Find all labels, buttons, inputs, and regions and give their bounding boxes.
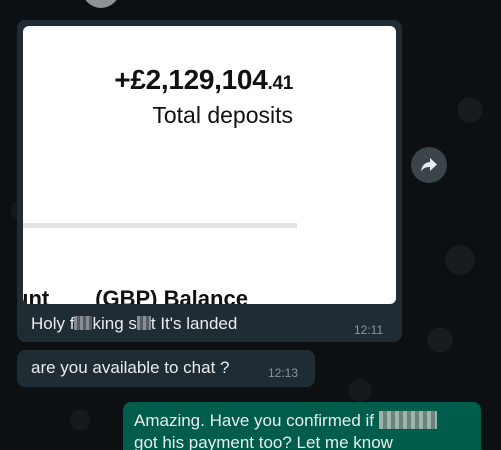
deposit-amount: +£2,129,104.41 xyxy=(114,64,293,96)
message-line-2: got his payment too? Let me know xyxy=(134,433,393,450)
caption-text-3: t It's landed xyxy=(150,314,238,333)
balance-column-header: (GBP) Balance xyxy=(95,286,248,304)
censor-blur xyxy=(136,316,151,330)
caption-text-1: Holy f xyxy=(31,314,75,333)
image-caption: Holy f king s t It's landed xyxy=(31,314,237,334)
image-message-bubble[interactable]: +£2,129,104.41 Total deposits unt (GBP) … xyxy=(17,20,402,342)
censor-blur xyxy=(74,316,93,330)
message-timestamp: 12:11 xyxy=(354,323,384,337)
message-line-1: Amazing. Have you confirmed if xyxy=(134,411,374,430)
forward-button[interactable] xyxy=(411,147,447,183)
chat-window: +£2,129,104.41 Total deposits unt (GBP) … xyxy=(0,0,501,450)
deposit-label: Total deposits xyxy=(152,102,293,128)
screenshot-image[interactable]: +£2,129,104.41 Total deposits unt (GBP) … xyxy=(23,26,396,304)
incoming-message[interactable]: are you available to chat ? 12:13 xyxy=(17,350,315,387)
message-timestamp: 12:13 xyxy=(268,366,299,380)
contact-avatar[interactable] xyxy=(82,0,120,8)
outgoing-message[interactable]: Amazing. Have you confirmed if got his p… xyxy=(123,402,481,450)
deposit-amount-main: +£2,129,104 xyxy=(114,64,268,95)
caption-text-2: king s xyxy=(92,314,137,333)
forward-arrow-icon xyxy=(421,158,437,172)
deposit-amount-cents: .41 xyxy=(267,73,293,94)
balance-headers: unt (GBP) Balance xyxy=(23,286,248,304)
partial-column-header: unt xyxy=(23,286,50,304)
image-divider xyxy=(23,223,297,228)
censor-blur xyxy=(378,411,437,429)
message-text: are you available to chat ? xyxy=(31,358,230,377)
message-text: Amazing. Have you confirmed if got his p… xyxy=(134,410,475,450)
